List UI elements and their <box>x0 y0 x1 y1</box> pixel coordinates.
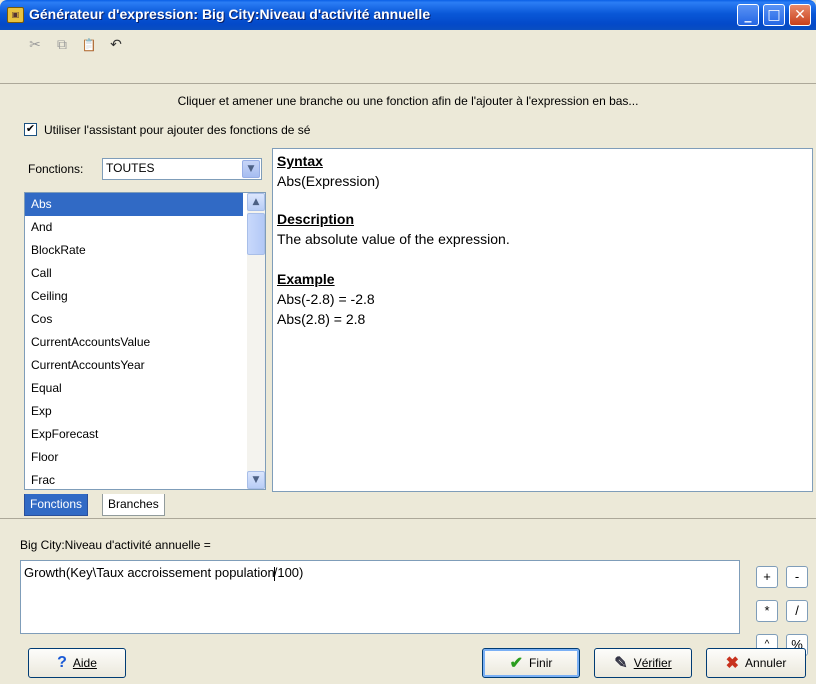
tab-functions[interactable]: Fonctions <box>24 494 89 516</box>
cancel-button-label: Annuler <box>745 656 787 670</box>
functions-category-value: TOUTES <box>106 161 155 175</box>
syntax-heading: Syntax <box>277 153 323 169</box>
window-title: Générateur d'expression: Big City:Niveau… <box>29 6 431 22</box>
divider <box>0 518 816 519</box>
example-line: Abs(2.8) = 2.8 <box>277 311 366 327</box>
expression-label: Big City:Niveau d'activité annuelle = <box>20 538 211 552</box>
function-list-item[interactable]: And <box>25 216 243 239</box>
checkmark-icon: ✔ <box>509 655 524 672</box>
cut-icon[interactable]: ✂ <box>24 35 46 55</box>
expression-text-after-caret: /100) <box>273 565 304 580</box>
instruction-text: Cliquer et amener une branche ou une fon… <box>177 94 639 108</box>
function-list-item[interactable]: CurrentAccountsYear <box>25 354 243 377</box>
example-heading: Example <box>277 271 335 287</box>
minimize-button[interactable]: _ <box>737 4 759 26</box>
assistant-label: Utiliser l'assistant pour ajouter des fo… <box>44 123 311 137</box>
multiply-button[interactable]: * <box>756 600 778 622</box>
help-button[interactable]: ? Aide <box>28 648 126 678</box>
verify-icon: ✎ <box>614 655 628 672</box>
finish-button-label: Finir <box>529 656 553 670</box>
syntax-text: Abs(Expression) <box>277 173 380 189</box>
function-list-item[interactable]: Cos <box>25 308 243 331</box>
toolbar: ✂ ⧉ 📋 ↶ <box>0 30 816 84</box>
paste-icon[interactable]: 📋 <box>78 35 100 55</box>
maximize-button[interactable]: □ <box>763 4 785 26</box>
expression-text-before-caret: Growth(Key\Taux accroissement population <box>24 565 275 580</box>
function-list-item[interactable]: Ceiling <box>25 285 243 308</box>
function-list-item[interactable]: Call <box>25 262 243 285</box>
scroll-up-icon[interactable]: ▲ <box>247 193 265 211</box>
function-list-item[interactable]: BlockRate <box>25 239 243 262</box>
function-list-item[interactable]: Equal <box>25 377 243 400</box>
app-icon[interactable]: ▣ <box>7 7 24 23</box>
verify-button[interactable]: ✎ Vérifier <box>594 648 692 678</box>
description-text: The absolute value of the expression. <box>277 231 510 247</box>
scroll-down-icon[interactable]: ▼ <box>247 471 265 489</box>
verify-button-label: Vérifier <box>633 656 672 670</box>
functions-category-select[interactable]: TOUTES ▼ <box>102 158 262 180</box>
description-heading: Description <box>277 211 355 227</box>
help-panel: Syntax Abs(Expression) Description The a… <box>272 148 813 492</box>
tab-branches[interactable]: Branches <box>102 494 165 516</box>
finish-button[interactable]: ✔ Finir <box>482 648 580 678</box>
undo-icon[interactable]: ↶ <box>105 35 127 55</box>
plus-button[interactable]: + <box>756 566 778 588</box>
example-line: Abs(-2.8) = -2.8 <box>277 291 375 307</box>
function-list-item[interactable]: Floor <box>25 446 243 469</box>
function-list-item[interactable]: ExpForecast <box>25 423 243 446</box>
function-list-item[interactable]: Abs <box>25 193 243 216</box>
help-icon: ? <box>57 654 67 671</box>
divide-button[interactable]: / <box>786 600 808 622</box>
close-button[interactable]: ✕ <box>789 4 811 26</box>
copy-icon[interactable]: ⧉ <box>51 35 73 55</box>
help-button-label: Aide <box>72 656 97 670</box>
function-list-item[interactable]: Frac <box>25 469 243 489</box>
minus-button[interactable]: - <box>786 566 808 588</box>
cancel-button[interactable]: ✖ Annuler <box>706 648 806 678</box>
functions-label: Fonctions: <box>28 162 84 176</box>
expression-editor[interactable]: Growth(Key\Taux accroissement population… <box>20 560 740 634</box>
scroll-thumb[interactable] <box>247 213 265 255</box>
vertical-scrollbar[interactable]: ▲ ▼ <box>247 193 265 489</box>
functions-list[interactable]: Abs And BlockRate Call Ceiling Cos CurrentAcco… <box>24 192 266 490</box>
title-bar: ▣ Générateur d'expression: Big City:Nive… <box>0 0 816 30</box>
assistant-checkbox[interactable]: ✔ <box>24 123 37 136</box>
function-list-item[interactable]: CurrentAccountsValue <box>25 331 243 354</box>
chevron-down-icon[interactable]: ▼ <box>242 160 260 178</box>
function-list-item[interactable]: Exp <box>25 400 243 423</box>
cross-icon: ✖ <box>725 655 740 672</box>
